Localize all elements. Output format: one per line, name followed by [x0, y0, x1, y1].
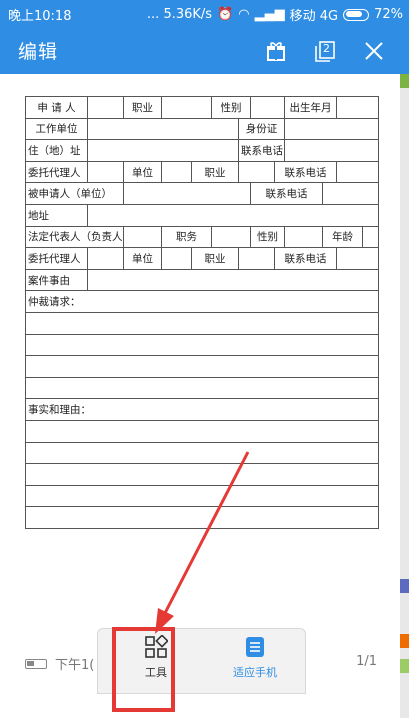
annotation-arrow — [155, 451, 250, 634]
